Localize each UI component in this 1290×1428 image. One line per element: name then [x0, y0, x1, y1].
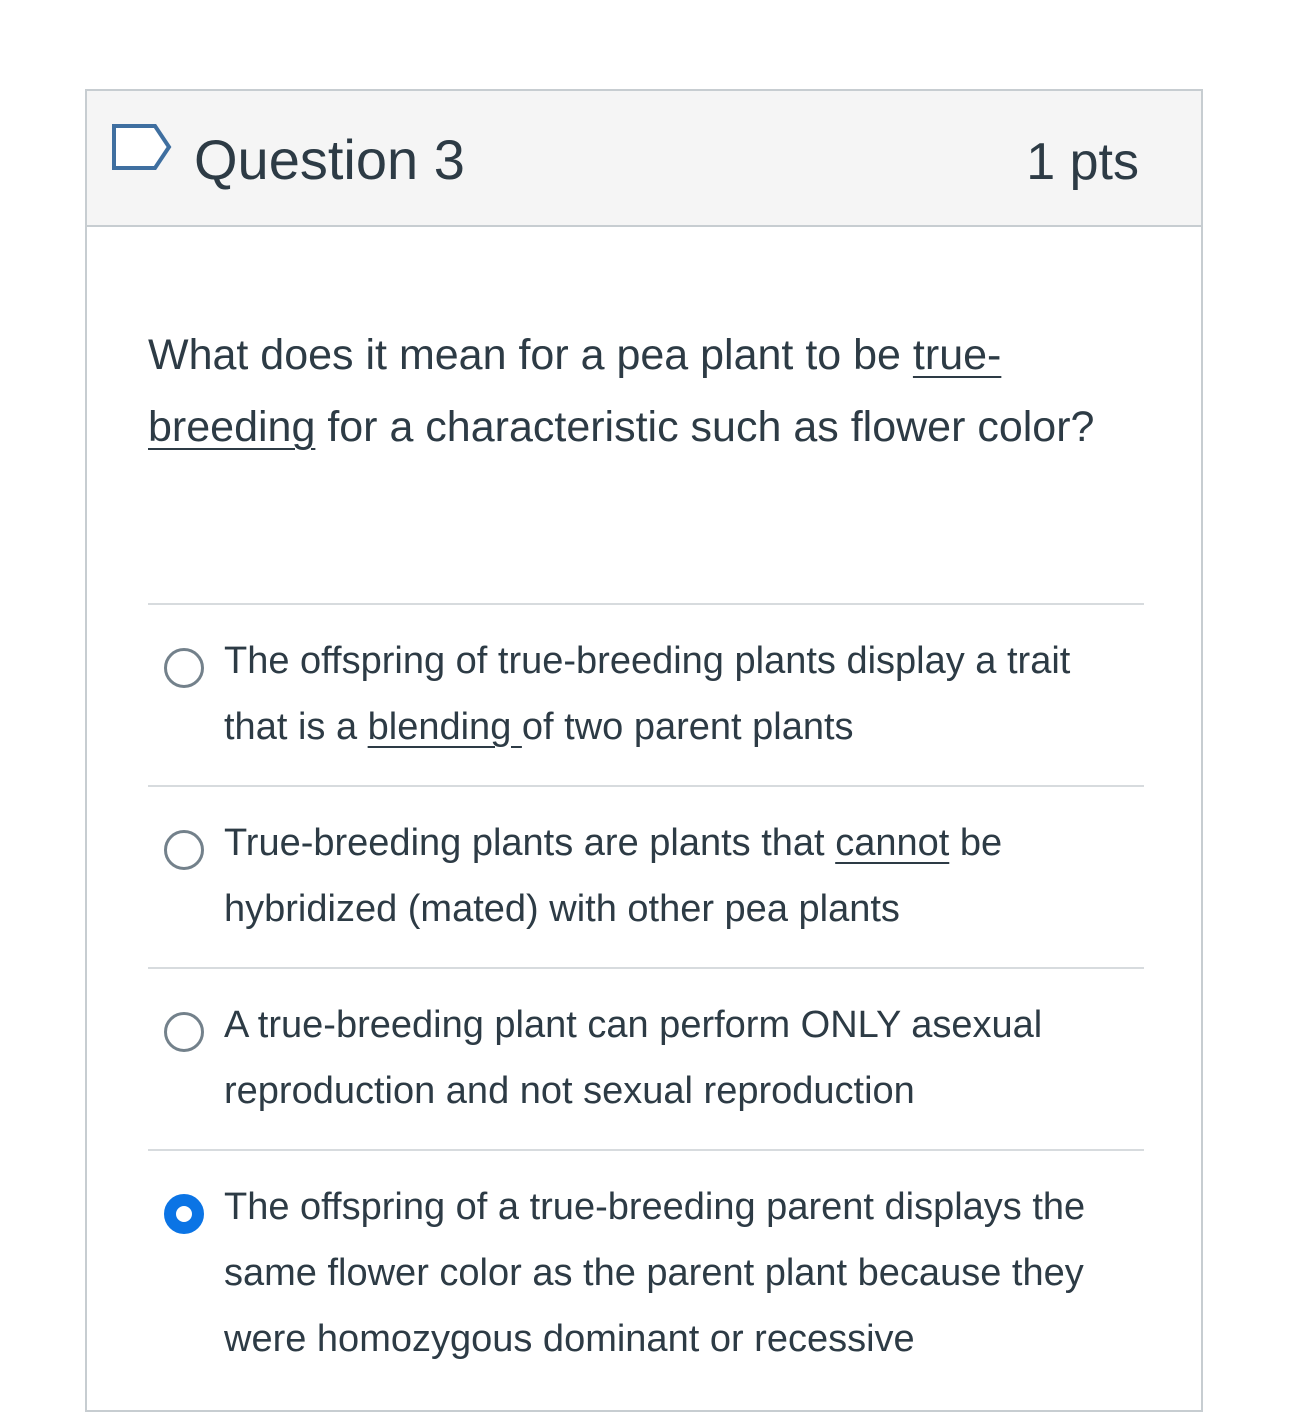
- answer-text-underlined: blending: [367, 706, 522, 748]
- radio-unselected[interactable]: [164, 1012, 204, 1052]
- answer-text-underlined: cannot: [835, 822, 950, 864]
- question-header: Question 3 1 pts: [87, 91, 1201, 227]
- radio-unselected[interactable]: [164, 648, 204, 688]
- answer-list: The offspring of true-breeding plants di…: [148, 603, 1144, 1397]
- answer-label: True-breeding plants are plants that can…: [224, 822, 1002, 930]
- question-card: Question 3 1 pts What does it mean for a…: [85, 89, 1203, 1412]
- answer-text-part: of two parent plants: [521, 706, 854, 748]
- question-text-part: for a characteristic such as flower colo…: [315, 403, 1095, 451]
- question-title: Question 3: [194, 128, 465, 191]
- answer-option[interactable]: A true-breeding plant can perform ONLY a…: [148, 969, 1144, 1149]
- answer-option[interactable]: The offspring of true-breeding plants di…: [148, 605, 1144, 785]
- answer-option[interactable]: True-breeding plants are plants that can…: [148, 787, 1144, 967]
- answer-label: A true-breeding plant can perform ONLY a…: [224, 1004, 1043, 1112]
- answer-text-part: True-breeding plants are plants that: [224, 822, 836, 864]
- radio-selected[interactable]: [164, 1194, 204, 1234]
- question-text: What does it mean for a pea plant to be …: [148, 319, 1128, 463]
- answer-option-selected[interactable]: The offspring of a true-breeding parent …: [148, 1151, 1144, 1397]
- question-points: 1 pts: [1026, 133, 1139, 191]
- flag-question-icon[interactable]: [111, 123, 173, 171]
- radio-unselected[interactable]: [164, 830, 204, 870]
- answer-label: The offspring of true-breeding plants di…: [224, 640, 1070, 748]
- answer-label: The offspring of a true-breeding parent …: [224, 1186, 1086, 1360]
- question-text-part: What does it mean for a pea plant to be: [148, 331, 913, 379]
